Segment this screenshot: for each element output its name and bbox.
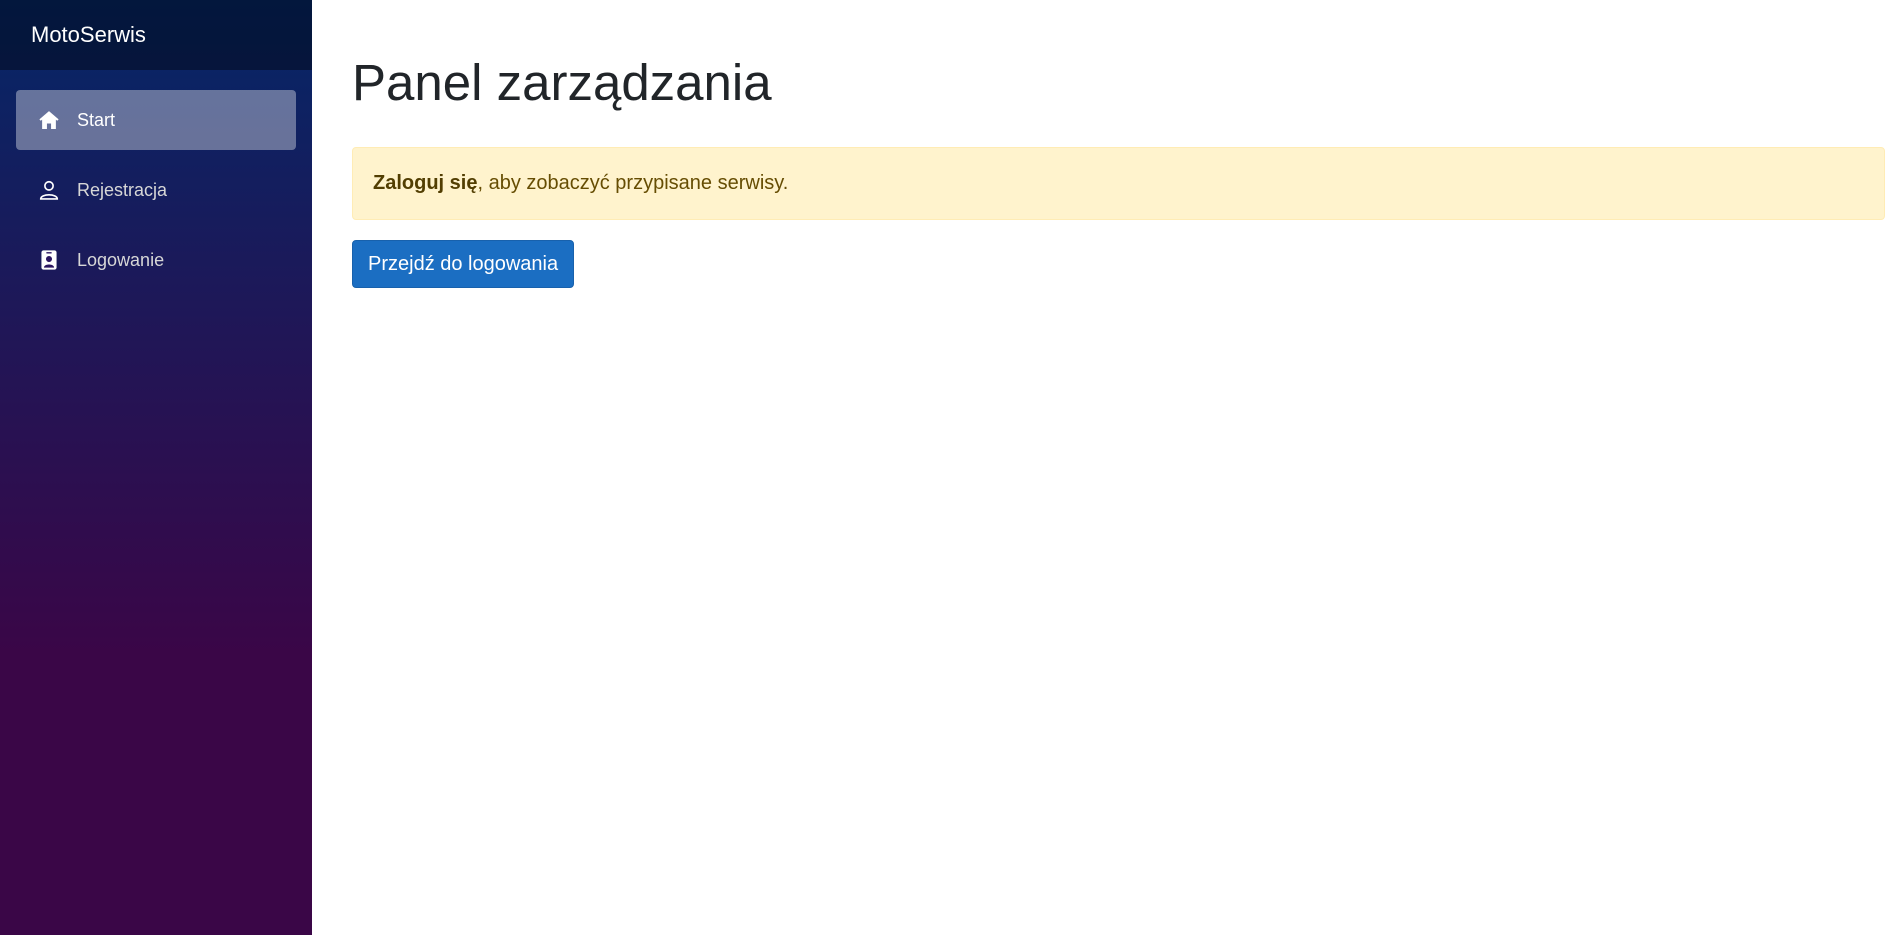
login-alert: Zaloguj się, aby zobaczyć przypisane ser… (352, 147, 1885, 220)
sidebar-item-rejestracja[interactable]: Rejestracja (16, 160, 296, 220)
person-icon (37, 178, 61, 202)
alert-strong-text: Zaloguj się (373, 172, 478, 194)
sidebar-item-label: Rejestracja (77, 179, 168, 200)
brand-link[interactable]: MotoSerwis (31, 22, 146, 48)
sidebar-item-logowanie[interactable]: Logowanie (16, 230, 296, 290)
sidebar: MotoSerwis Start Rejestracja Logowanie (0, 0, 312, 935)
app-root: MotoSerwis Start Rejestracja Logowanie P… (0, 0, 1901, 935)
go-to-login-button[interactable]: Przejdź do logowania (352, 240, 575, 288)
page-title: Panel zarządzania (352, 54, 772, 111)
house-icon (37, 108, 61, 132)
sidebar-item-label: Start (77, 109, 116, 130)
person-badge-icon (37, 248, 61, 272)
sidebar-item-label: Logowanie (77, 249, 165, 270)
top-bar: MotoSerwis (0, 0, 312, 70)
sidebar-item-start[interactable]: Start (16, 90, 296, 150)
nav-menu: Start Rejestracja Logowanie (0, 70, 312, 290)
alert-text: , aby zobaczyć przypisane serwisy. (477, 172, 789, 194)
main-content: Panel zarządzania Zaloguj się, aby zobac… (312, 0, 1901, 935)
